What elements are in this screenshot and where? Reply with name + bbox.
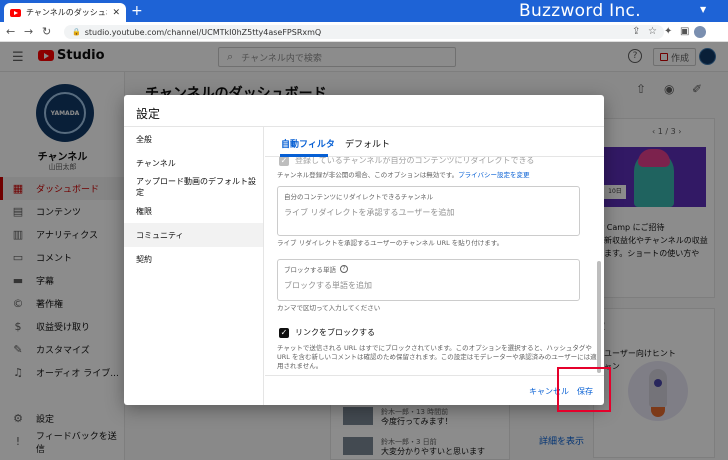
settings-content: ✓ 登録しているチャンネルが自分のコンテンツにリダイレクトできる チャンネル登録…: [265, 157, 604, 375]
blocked-words-field[interactable]: ブロックする単語 ? ブロックする単語を追加: [277, 259, 580, 301]
block-links-checkbox[interactable]: ✓: [279, 327, 289, 338]
redirect-checkbox-row: ✓ 登録しているチャンネルが自分のコンテンツにリダイレクトできる: [279, 157, 534, 166]
address-bar: ← → ↻ 🔒 studio.youtube.com/channel/UCMTk…: [0, 22, 728, 42]
close-tab-icon[interactable]: ✕: [112, 8, 120, 18]
redirect-note: チャンネル登録が非公開の場合、このオプションは無効です。プライバシー設定を変更: [277, 171, 530, 179]
tab-defaults[interactable]: デフォルト: [345, 137, 390, 150]
settings-nav-community[interactable]: コミュニティ: [124, 223, 263, 247]
settings-nav-agreements[interactable]: 契約: [124, 247, 263, 271]
extensions-icon[interactable]: ✦: [664, 26, 672, 37]
settings-dialog: 設定 全般 チャンネル アップロード動画のデフォルト設定 権限 コミュニティ 契…: [124, 95, 604, 405]
tab-automated-filters[interactable]: 自動フィルタ: [281, 137, 335, 150]
block-links-row[interactable]: ✓ リンクをブロックする: [279, 327, 375, 338]
settings-nav-permissions[interactable]: 権限: [124, 199, 263, 223]
settings-tabs: 自動フィルタ デフォルト: [265, 127, 604, 157]
browser-profile-avatar[interactable]: [694, 26, 706, 38]
dialog-title: 設定: [136, 107, 161, 121]
settings-nav-channel[interactable]: チャンネル: [124, 151, 263, 175]
save-highlight-box: [557, 367, 611, 412]
redirect-channels-field[interactable]: 自分のコンテンツにリダイレクトできるチャンネル ライブ リダイレクトを承認するユ…: [277, 186, 580, 236]
sidepanel-icon[interactable]: ▣: [680, 26, 689, 37]
redirect-field-note: ライブ リダイレクトを承認するユーザーのチャンネル URL を貼り付けます。: [277, 239, 504, 247]
chevron-down-icon[interactable]: ▼: [700, 5, 706, 14]
blocked-words-placeholder: ブロックする単語を追加: [284, 281, 372, 290]
browser-tab-title: チャンネルのダッシュボード - YouTube: [26, 8, 107, 17]
block-links-note: チャットで送信される URL はすでにブロックされています。このオプションを選択…: [277, 344, 597, 370]
blocked-words-note: カンマで区切って入力してください: [277, 304, 381, 312]
block-links-label[interactable]: リンクをブロックする: [295, 327, 375, 338]
info-icon[interactable]: ?: [340, 265, 348, 273]
browser-tab-strip: チャンネルのダッシュボード - YouTube ✕ + Buzzword Inc…: [0, 0, 728, 22]
dialog-header: 設定: [124, 95, 604, 127]
redirect-field-label: 自分のコンテンツにリダイレクトできるチャンネル: [284, 193, 434, 201]
browser-tab[interactable]: チャンネルのダッシュボード - YouTube ✕: [4, 3, 126, 22]
brand-watermark: Buzzword Inc.: [519, 1, 641, 21]
new-tab-button[interactable]: +: [131, 3, 143, 19]
url-text: studio.youtube.com/channel/UCMTkI0hZ5tty…: [84, 27, 322, 37]
redirect-checkbox-label: 登録しているチャンネルが自分のコンテンツにリダイレクトできる: [295, 157, 535, 165]
youtube-favicon-icon: [10, 8, 21, 17]
privacy-settings-link[interactable]: プライバシー設定を変更: [458, 171, 529, 179]
share-icon[interactable]: ⇪: [632, 26, 640, 37]
lock-icon: 🔒: [72, 28, 81, 36]
redirect-checkbox: ✓: [279, 157, 289, 166]
url-field[interactable]: 🔒 studio.youtube.com/channel/UCMTkI0hZ5t…: [64, 25, 664, 39]
settings-nav-general[interactable]: 全般: [124, 127, 263, 151]
star-icon[interactable]: ☆: [648, 26, 657, 37]
dialog-footer: キャンセル 保存: [265, 375, 604, 405]
forward-icon[interactable]: →: [24, 25, 33, 38]
reload-icon[interactable]: ↻: [42, 25, 51, 38]
redirect-field-placeholder: ライブ リダイレクトを承認するユーザーを追加: [284, 208, 455, 217]
settings-scrollbar[interactable]: [597, 261, 601, 373]
settings-nav-upload-defaults[interactable]: アップロード動画のデフォルト設定: [124, 175, 263, 199]
settings-nav: 全般 チャンネル アップロード動画のデフォルト設定 権限 コミュニティ 契約: [124, 127, 264, 405]
blocked-words-label: ブロックする単語: [284, 266, 336, 274]
back-icon[interactable]: ←: [6, 25, 15, 38]
